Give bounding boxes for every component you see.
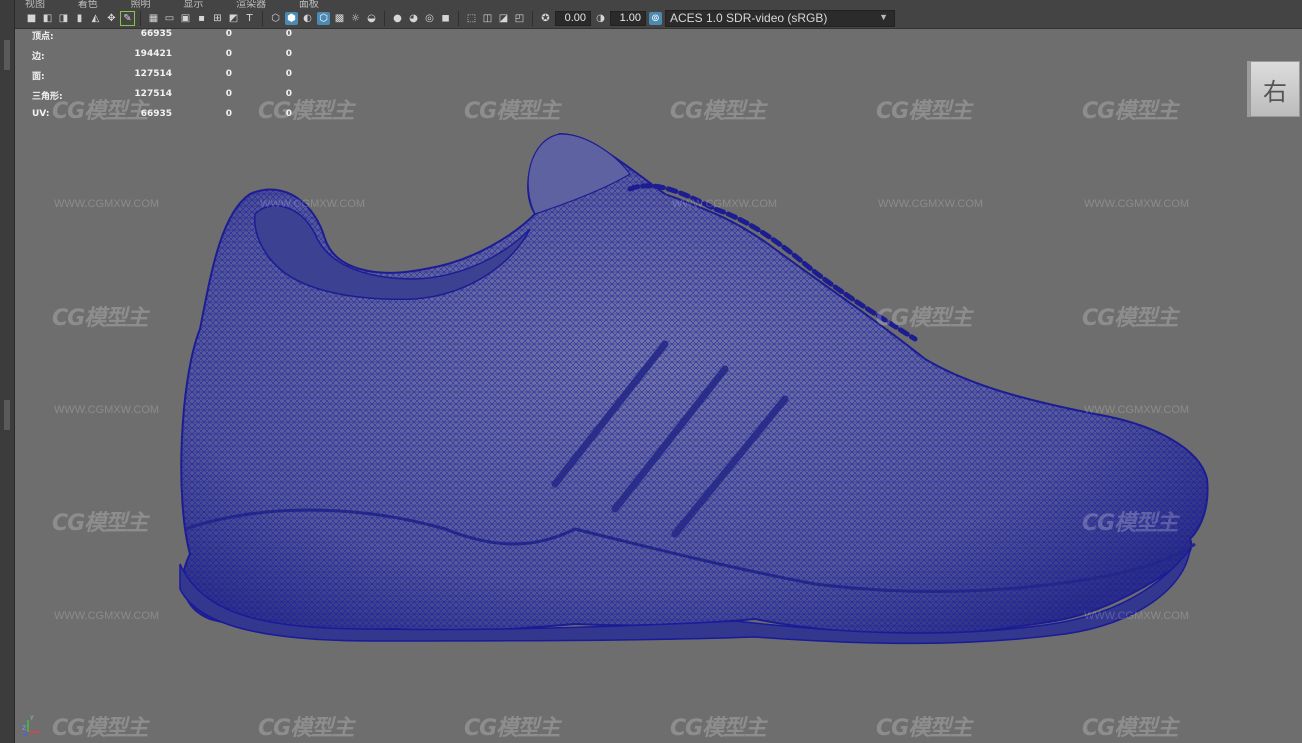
- gamma-field[interactable]: 1.00: [610, 10, 646, 26]
- camera-icon[interactable]: ■: [25, 12, 38, 25]
- watermark-logo: CG模型主: [464, 716, 560, 741]
- z-axis-line: [23, 731, 29, 737]
- panel-menubar: 视图 着色 照明 显示 渲染器 面板: [15, 0, 1302, 8]
- watermark-url: WWW.CGMXW.COM: [1084, 404, 1190, 416]
- chevron-down-icon[interactable]: ▼: [879, 12, 888, 22]
- field-chart-icon[interactable]: ⊞: [211, 12, 224, 25]
- menu-panels[interactable]: 面板: [299, 0, 319, 8]
- watermark-logo: CG模型主: [670, 99, 766, 124]
- color-management-value: ACES 1.0 SDR-video (sRGB): [670, 11, 828, 25]
- film-gate-icon[interactable]: ▭: [163, 12, 176, 25]
- grid-icon[interactable]: ▦: [147, 12, 160, 25]
- watermark-logo: CG模型主: [1082, 511, 1178, 536]
- xray-icon[interactable]: ◫: [481, 12, 494, 25]
- bookmark-icon[interactable]: ▮: [73, 12, 86, 25]
- gamma-icon[interactable]: ◑: [594, 12, 607, 25]
- wireframe-icon[interactable]: ⬡: [269, 12, 282, 25]
- color-management-dropdown[interactable]: ACES 1.0 SDR-video (sRGB) ▼: [665, 9, 895, 27]
- watermark-logo: CG模型主: [52, 716, 148, 741]
- image-plane-icon[interactable]: ◭: [89, 12, 102, 25]
- screen-space-ao-icon[interactable]: ●: [391, 12, 404, 25]
- textured-icon[interactable]: ▩: [333, 12, 346, 25]
- two-d-pan-icon[interactable]: ✥: [105, 12, 118, 25]
- watermark-logo: CG模型主: [52, 511, 148, 536]
- watermark-url: WWW.CGMXW.COM: [1084, 198, 1190, 210]
- axis-y-label: Y: [29, 715, 34, 722]
- watermark-logo: CG模型主: [670, 716, 766, 741]
- shadows-icon[interactable]: ◒: [365, 12, 378, 25]
- anti-aliasing-icon[interactable]: ◎: [423, 12, 436, 25]
- menu-renderer[interactable]: 渲染器: [236, 0, 266, 8]
- grease-pencil-icon[interactable]: ✎: [120, 10, 135, 26]
- camera-attributes-icon[interactable]: ◧: [41, 12, 54, 25]
- panel-handle[interactable]: [4, 400, 10, 430]
- default-material-icon[interactable]: ◐: [301, 12, 314, 25]
- watermark-logo: CG模型主: [1082, 716, 1178, 741]
- xray-components-icon[interactable]: ◰: [513, 12, 526, 25]
- menu-show[interactable]: 显示: [183, 0, 203, 8]
- xray-joints-icon[interactable]: ◪: [497, 12, 510, 25]
- axis-z-label: Z: [22, 725, 26, 732]
- exposure-field[interactable]: 0.00: [555, 10, 591, 26]
- isolate-select-icon[interactable]: ⬚: [465, 12, 478, 25]
- axis-gizmo: Y Z: [22, 715, 40, 737]
- watermark-url: WWW.CGMXW.COM: [260, 198, 366, 210]
- panel-toolbar: ■ ◧ ◨ ▮ ◭ ✥ ✎ ▦ ▭ ▣ ▪ ⊞ ◩ T ⬡ ⬢ ◐ ⬡ ▩ ☼ …: [15, 8, 1302, 29]
- use-all-lights-icon[interactable]: ☼: [349, 12, 362, 25]
- menu-shading[interactable]: 着色: [78, 0, 98, 8]
- gate-mask-icon[interactable]: ▪: [195, 12, 208, 25]
- motion-blur-icon[interactable]: ◕: [407, 12, 420, 25]
- watermark-logo: CG模型主: [876, 306, 972, 331]
- menu-lighting[interactable]: 照明: [131, 0, 151, 8]
- watermark-url: WWW.CGMXW.COM: [54, 198, 160, 210]
- resolution-gate-icon[interactable]: ▣: [179, 12, 192, 25]
- viewcube[interactable]: 右: [1250, 61, 1300, 117]
- color-management-icon[interactable]: ⊚: [649, 11, 662, 25]
- safe-action-icon[interactable]: ◩: [227, 12, 240, 25]
- watermark-url: WWW.CGMXW.COM: [672, 198, 778, 210]
- watermark-logo: CG模型主: [52, 99, 148, 124]
- smooth-shade-icon[interactable]: ⬢: [285, 11, 298, 25]
- safe-title-icon[interactable]: T: [243, 12, 256, 25]
- watermark-logo: CG模型主: [1082, 99, 1178, 124]
- viewcube-face-label: 右: [1263, 77, 1287, 106]
- watermark-logo: CG模型主: [876, 716, 972, 741]
- watermark-logo: CG模型主: [464, 99, 560, 124]
- exposure-icon[interactable]: ✪: [539, 12, 552, 25]
- watermark-logo: CG模型主: [876, 99, 972, 124]
- watermark-logo: CG模型主: [258, 99, 354, 124]
- watermark-logo: CG模型主: [258, 716, 354, 741]
- watermark-logo: CG模型主: [1082, 306, 1178, 331]
- shoe-mesh[interactable]: [179, 132, 1209, 645]
- watermark-logo: CG模型主: [52, 306, 148, 331]
- left-panel-strip: [0, 0, 15, 743]
- watermark-url: WWW.CGMXW.COM: [1084, 610, 1190, 622]
- panel-handle[interactable]: [4, 40, 10, 70]
- wireframe-on-shaded-icon[interactable]: ⬡: [317, 11, 330, 25]
- watermark-url: WWW.CGMXW.COM: [54, 404, 160, 416]
- bookmark-camera-icon[interactable]: ◨: [57, 12, 70, 25]
- watermark-url: WWW.CGMXW.COM: [54, 610, 160, 622]
- viewport[interactable]: [15, 29, 1302, 743]
- watermark-url: WWW.CGMXW.COM: [878, 198, 984, 210]
- menu-view[interactable]: 视图: [25, 0, 45, 8]
- depth-of-field-icon[interactable]: ◼: [439, 12, 452, 25]
